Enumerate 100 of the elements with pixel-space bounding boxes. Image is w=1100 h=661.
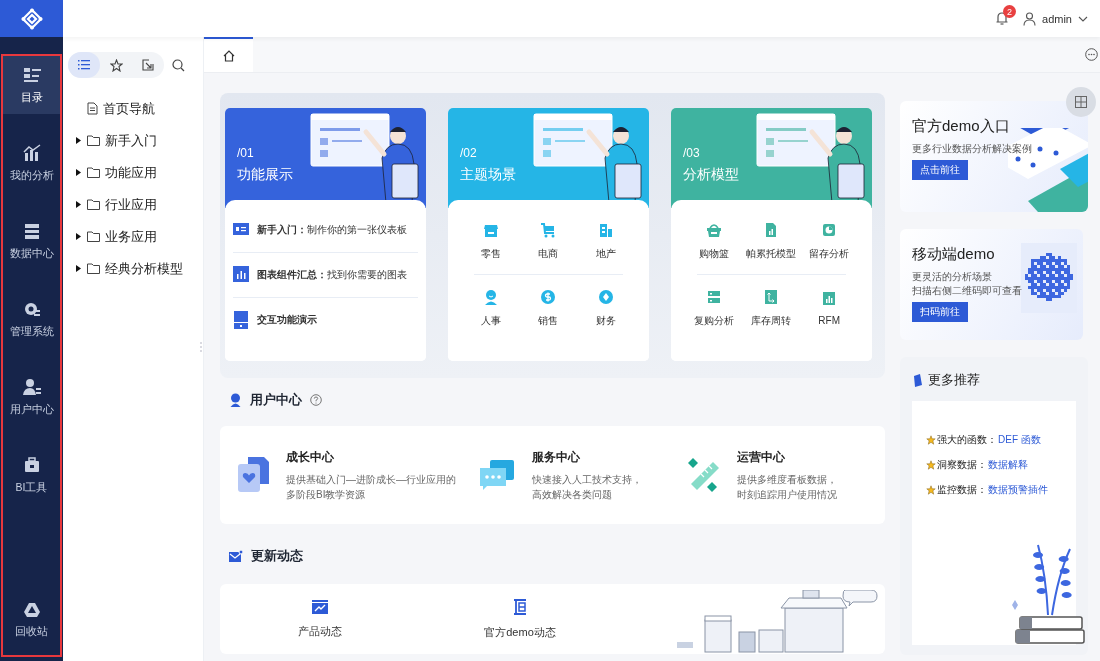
- list-icon: [78, 60, 90, 70]
- card-title: 分析模型: [683, 166, 740, 184]
- category-item[interactable]: 财务: [577, 275, 635, 341]
- database-icon: [22, 221, 41, 240]
- search-button[interactable]: [170, 56, 187, 74]
- book-icon: [912, 373, 922, 387]
- arrows-icon: [763, 288, 780, 305]
- nav-item[interactable]: BI工具: [3, 446, 60, 504]
- caret-icon: [75, 137, 82, 144]
- basket-icon: [705, 221, 722, 238]
- promo-button[interactable]: 扫码前往: [912, 302, 968, 322]
- recommend-link[interactable]: 数据解释: [988, 458, 1028, 472]
- user-icon: [22, 377, 41, 396]
- panel-tab[interactable]: [68, 52, 100, 78]
- star-icon: [109, 58, 123, 72]
- star-icon: [926, 435, 936, 445]
- search-icon: [172, 58, 185, 72]
- nav-item[interactable]: 数据中心: [3, 212, 60, 270]
- bar-chart-icon: [821, 290, 838, 306]
- caret-icon: [75, 265, 82, 272]
- chat-bubbles-icon: [478, 458, 516, 492]
- center-description: 快速接入人工技术支持， 高效解决各类问题: [532, 472, 642, 502]
- update-link[interactable]: 官方demo动态: [420, 598, 620, 640]
- bar-chart-icon: [22, 143, 41, 162]
- panel-title: 更多推荐: [928, 371, 980, 389]
- folder-icon: [87, 199, 100, 210]
- dollar-icon: [540, 288, 557, 305]
- card-title: 功能展示: [237, 166, 294, 184]
- star-icon: [926, 460, 936, 470]
- category-item[interactable]: 人事: [462, 275, 520, 341]
- folder-icon: [87, 167, 100, 178]
- bell-icon[interactable]: [995, 11, 1010, 26]
- logo-icon[interactable]: [20, 7, 43, 30]
- cart-icon: [540, 221, 557, 238]
- server-icon: [705, 288, 722, 305]
- category-item[interactable]: 购物篮: [685, 208, 743, 274]
- category-item[interactable]: 复购分析: [685, 275, 743, 341]
- promo-description: 更多行业数据分析解决案例: [912, 142, 1033, 156]
- tree-item[interactable]: 新手入门: [63, 130, 203, 151]
- section-title: 用户中心: [250, 391, 302, 409]
- nav-item[interactable]: 回收站: [3, 591, 60, 649]
- user-name[interactable]: admin: [1042, 12, 1072, 25]
- recommend-label: 强大的函数：: [937, 433, 997, 447]
- category-item[interactable]: 帕累托模型: [742, 208, 801, 274]
- card-number: /03: [683, 146, 701, 160]
- center-title: 服务中心: [532, 448, 581, 466]
- mail-icon: [229, 550, 243, 562]
- folder-icon: [87, 135, 100, 146]
- nav-item[interactable]: 用户中心: [3, 368, 60, 426]
- more-icon: [1085, 48, 1098, 61]
- tree-item[interactable]: 业务应用: [63, 226, 203, 247]
- link-text[interactable]: 图表组件汇总：找到你需要的图表: [257, 268, 407, 282]
- promo-title: 官方demo入口: [912, 117, 1011, 136]
- category-item[interactable]: 电商: [519, 208, 578, 274]
- category-item[interactable]: 库存周转: [742, 275, 801, 341]
- documents-heart-icon: [236, 456, 270, 494]
- card-number: /02: [460, 146, 478, 160]
- center-description: 提供基础入门—进阶成长—行业应用的 多阶段BI教学资源: [286, 472, 456, 502]
- export-icon: [142, 59, 154, 71]
- tree-item[interactable]: 功能应用: [63, 162, 203, 183]
- category-item[interactable]: 零售: [462, 208, 520, 274]
- center-link[interactable]: 运营中心 提供多维度看板数据， 时刻追踪用户使用情况: [678, 448, 875, 502]
- help-icon[interactable]: [310, 394, 322, 406]
- category-item[interactable]: 销售: [519, 275, 578, 341]
- caret-icon: [75, 169, 82, 176]
- nav-item[interactable]: 管理系统: [3, 290, 60, 348]
- building-icon: [598, 221, 615, 238]
- recommend-link[interactable]: 数据预警插件: [988, 483, 1048, 497]
- newspaper-icon: [513, 598, 527, 615]
- update-link[interactable]: 产品动态: [220, 599, 420, 639]
- promo-description: 更灵活的分析场景 扫描右侧二维码即可查看: [912, 270, 1023, 298]
- folder-icon: [87, 263, 100, 274]
- nav-item[interactable]: 目录: [3, 56, 60, 114]
- user-icon: [1023, 11, 1037, 26]
- recommend-label: 监控数据：: [937, 483, 987, 497]
- tree-item[interactable]: 经典分析模型: [63, 258, 203, 279]
- link-text[interactable]: 新手入门：制作你的第一张仪表板: [257, 223, 407, 237]
- category-item[interactable]: 留存分析: [800, 208, 858, 274]
- layout-button[interactable]: [1066, 87, 1096, 117]
- nav-item[interactable]: 我的分析: [3, 134, 60, 192]
- card-title: 主题场景: [460, 166, 517, 184]
- center-title: 运营中心: [736, 448, 786, 466]
- recommend-link[interactable]: DEF 函数: [998, 433, 1041, 447]
- tree-item[interactable]: 行业应用: [63, 194, 203, 215]
- toolbox-icon: [22, 455, 41, 474]
- category-item[interactable]: RFM: [800, 275, 858, 341]
- home-icon: [222, 49, 235, 62]
- center-link[interactable]: 服务中心 快速接入人工技术支持， 高效解决各类问题: [472, 448, 669, 502]
- home-tab[interactable]: [204, 37, 253, 72]
- caret-icon[interactable]: [1078, 15, 1088, 22]
- tree-item[interactable]: 首页导航: [63, 98, 203, 119]
- category-item[interactable]: 地产: [577, 208, 635, 274]
- pie-chart-icon: [821, 221, 838, 238]
- center-description: 提供多维度看板数据， 时刻追踪用户使用情况: [736, 472, 837, 502]
- center-title: 成长中心: [286, 448, 335, 466]
- link-text[interactable]: 交互功能演示: [257, 313, 317, 327]
- promo-button[interactable]: 点击前往: [912, 160, 968, 180]
- center-link[interactable]: 成长中心 提供基础入门—进阶成长—行业应用的 多阶段BI教学资源: [230, 448, 462, 502]
- caret-icon: [75, 201, 82, 208]
- trend-chart-icon: [312, 599, 328, 614]
